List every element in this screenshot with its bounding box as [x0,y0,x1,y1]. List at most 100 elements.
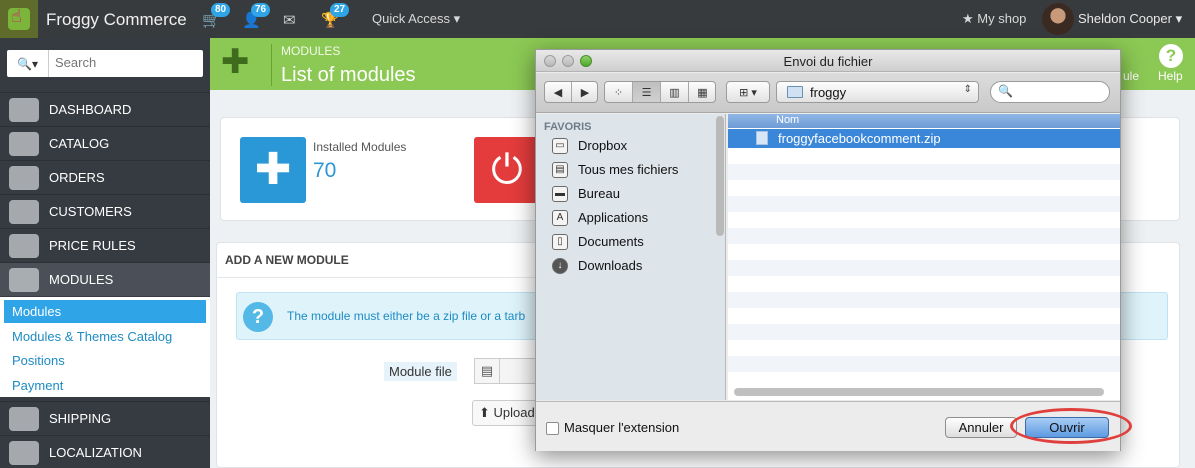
puzzle-icon: ✚ [221,43,250,81]
back-arrow-icon[interactable]: ◀ [545,82,572,102]
sidebar-item-dashboard[interactable]: DASHBOARD [0,92,210,126]
header-action-label[interactable]: ule [1123,69,1139,83]
file-open-dialog: Envoi du fichier ◀ ▶ ⁘ ☰ ▥ ▦ ⊞ ▾ froggy … [535,49,1121,451]
dialog-titlebar[interactable]: Envoi du fichier [536,50,1120,72]
sidebar-item-label: DASHBOARD [49,102,132,117]
orders-cart-icon[interactable]: 🛒 80 [202,3,231,29]
folder-location-select[interactable]: froggy ⇕ [776,81,979,103]
dialog-search-field[interactable]: 🔍 [990,81,1110,103]
favorite-label: Documents [578,234,644,249]
search-icon: 🔍 [17,56,32,71]
sidebar-item-shipping[interactable]: SHIPPING [0,401,210,435]
up-down-arrows-icon: ⇕ [963,84,972,95]
search-icon: 🔍 [998,84,1013,98]
module-file-field[interactable] [500,358,540,384]
favorite-item-documents[interactable]: ▯ Documents [550,232,720,254]
customers-badge: 76 [251,3,271,17]
column-name-label: Nom [776,114,800,126]
horizontal-scrollbar[interactable] [734,388,1104,396]
user-menu[interactable]: Sheldon Cooper ▾ [1078,11,1182,27]
hide-extension-label: Masquer l'extension [564,420,680,435]
folder-name: froggy [810,85,847,100]
column-view-icon[interactable]: ▥ [661,82,689,102]
hide-extension-checkbox[interactable] [546,422,559,435]
power-icon: ⏻ [474,137,540,203]
submenu-item-modules[interactable]: Modules [4,300,206,323]
brand-name[interactable]: Froggy Commerce [46,10,187,30]
sidebar-item-label: LOCALIZATION [49,445,142,460]
favorite-label: Bureau [578,186,620,201]
favorite-item-all-files[interactable]: ▤ Tous mes fichiers [550,160,720,182]
trophy-icon[interactable]: 🏆 27 [321,3,350,29]
search-input[interactable] [55,55,195,70]
list-view-icon[interactable]: ☰ [633,82,661,102]
top-navbar: Froggy Commerce 🛒 80 👤 76 ✉ 🏆 27 Quick A… [0,0,1195,38]
file-icon[interactable]: ▤ [474,358,500,384]
sidebar-item-catalog[interactable]: CATALOG [0,126,210,160]
upload-button[interactable]: ⬆ Upload [472,400,540,426]
installed-modules-label: Installed Modules [313,140,407,154]
favorite-label: Downloads [578,258,643,273]
help-label[interactable]: Help [1158,69,1183,83]
all-files-icon: ▤ [552,162,568,178]
sidebar-item-customers[interactable]: CUSTOMERS [0,194,210,228]
favorite-item-downloads[interactable]: ↓ Downloads [550,256,720,278]
submenu-item-modules-themes-catalog[interactable]: Modules & Themes Catalog [4,325,206,348]
customers-icon[interactable]: 👤 76 [242,3,271,29]
messages-envelope-icon[interactable]: ✉ [283,11,301,29]
sidebar-item-label: SHIPPING [49,411,112,426]
sidebar-scrollbar[interactable] [716,116,724,236]
help-icon[interactable]: ? [1159,44,1183,68]
modules-submenu: Modules Modules & Themes Catalog Positio… [0,297,210,397]
sidebar-item-orders[interactable]: ORDERS [0,160,210,194]
favorite-item-desktop[interactable]: ▬ Bureau [550,184,720,206]
view-mode-buttons: ⁘ ☰ ▥ ▦ [604,81,716,103]
globe-icon [9,440,39,465]
coverflow-view-icon[interactable]: ▦ [689,82,716,102]
upload-label: Upload [493,405,535,420]
puzzle-icon [9,267,39,292]
zip-file-icon [756,131,768,145]
file-row[interactable]: froggyfacebookcomment.zip [728,129,1120,148]
dialog-toolbar: ◀ ▶ ⁘ ☰ ▥ ▦ ⊞ ▾ froggy ⇕ 🔍 [536,73,1120,113]
sidebar-item-price-rules[interactable]: PRICE RULES [0,228,210,262]
info-text: The module must either be a zip file or … [287,309,526,323]
my-shop-link[interactable]: ★ My shop [962,11,1026,27]
cancel-button[interactable]: Annuler [945,417,1017,438]
dashboard-icon [9,97,39,122]
favorite-item-dropbox[interactable]: ▭ Dropbox [550,136,720,158]
tag-icon [9,233,39,258]
sidebar-item-localization[interactable]: LOCALIZATION [0,435,210,468]
icon-view-icon[interactable]: ⁘ [605,82,633,102]
arrange-button[interactable]: ⊞ ▾ [726,81,770,103]
file-list: Nom froggyfacebookcomment.zip [728,114,1120,400]
quick-access-menu[interactable]: Quick Access ▾ [372,11,460,27]
column-header-name[interactable]: Nom [728,114,1120,128]
favorites-heading: FAVORIS [544,121,592,133]
dropbox-icon: ▭ [552,138,568,154]
search-type-button[interactable]: 🔍 ▾ [7,50,49,77]
favorites-sidebar: FAVORIS ▭ Dropbox ▤ Tous mes fichiers ▬ … [536,114,726,400]
applications-icon: A [552,210,568,226]
favorite-label: Tous mes fichiers [578,162,679,177]
installed-modules-value: 70 [313,159,337,182]
breadcrumb[interactable]: MODULES [281,44,340,58]
my-shop-label: My shop [977,11,1027,26]
downloads-icon: ↓ [552,258,568,274]
forward-arrow-icon[interactable]: ▶ [572,82,598,102]
divider [216,277,536,278]
submenu-item-positions[interactable]: Positions [4,349,206,372]
user-name: Sheldon Cooper [1078,11,1172,26]
folder-icon [787,86,803,98]
puzzle-icon: ✚ [240,137,306,203]
grid-icon: ⊞ [739,86,749,99]
desktop-icon: ▬ [552,186,568,202]
favorite-item-applications[interactable]: A Applications [550,208,720,230]
caret-down-icon: ▾ [453,11,461,26]
logo-icon[interactable] [0,0,38,38]
sidebar-item-modules[interactable]: MODULES [0,262,210,296]
search-box: 🔍 ▾ [7,50,203,77]
submenu-item-payment[interactable]: Payment [4,374,206,397]
avatar[interactable] [1042,3,1074,35]
credit-card-icon [9,165,39,190]
